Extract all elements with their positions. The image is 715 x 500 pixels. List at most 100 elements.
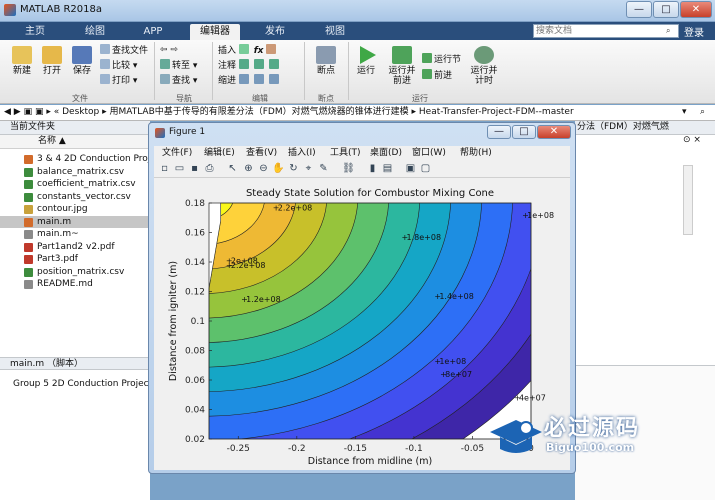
run-button[interactable]: 运行 <box>352 46 380 76</box>
search-icon[interactable]: ⌕ <box>666 26 670 36</box>
file-list-item[interactable]: main.m <box>0 215 150 228</box>
current-folder-path-bar[interactable]: ◀ ▶ ▣ ▣ ▸ « Desktop ▸ 用MATLAB中基于传导的有限差分法… <box>0 105 715 121</box>
file-list-item[interactable]: 3 & 4 2D Conduction Project <box>0 153 150 165</box>
figure-menu-item[interactable]: 工具(T) <box>330 146 361 160</box>
advance-icon <box>422 69 432 79</box>
file-name: main.m <box>37 216 72 227</box>
x-tick-label: -0.25 <box>227 444 250 454</box>
path-segment-desktop[interactable]: Desktop <box>62 107 99 117</box>
tab-publish[interactable]: 发布 <box>256 24 294 40</box>
new-button[interactable]: 新建 <box>8 46 36 76</box>
comment-button[interactable]: 注释 <box>218 59 281 72</box>
file-name: balance_matrix.csv <box>37 166 125 177</box>
play-icon <box>360 46 376 64</box>
advance-button[interactable]: 前进 <box>422 69 452 82</box>
print-button[interactable]: 打印 ▾ <box>100 74 137 87</box>
window-title: MATLAB R2018a <box>20 4 103 15</box>
goto-button[interactable]: 转至 ▾ <box>160 59 197 72</box>
path-segment-project[interactable]: 用MATLAB中基于传导的有限差分法（FDM）对燃气燃烧器的锥体进行建模 <box>109 107 408 117</box>
zoom-in-icon[interactable]: ⊕ <box>242 162 255 175</box>
figure-menu-item[interactable]: 编辑(E) <box>204 146 235 160</box>
link-plot-icon[interactable]: ⛓ <box>342 162 355 175</box>
file-list-item[interactable]: contour.jpg <box>0 203 150 215</box>
browse-folder-icon[interactable]: ▸ <box>46 107 51 117</box>
current-folder-header: 当前文件夹 <box>0 121 150 135</box>
pointer-icon[interactable]: ↖ <box>226 162 239 175</box>
figure-menu-item[interactable]: 插入(I) <box>288 146 316 160</box>
zoom-out-icon[interactable]: ⊖ <box>257 162 270 175</box>
save-figure-icon[interactable]: ▪ <box>188 162 201 175</box>
file-list-item[interactable]: main.m~ <box>0 228 150 240</box>
editor-scrollbar[interactable] <box>683 165 693 235</box>
rotate-icon[interactable]: ↻ <box>287 162 300 175</box>
new-figure-icon[interactable]: ▫ <box>158 162 171 175</box>
file-name: position_matrix.csv <box>37 266 125 277</box>
print-icon <box>100 74 110 84</box>
print-figure-icon[interactable]: ⎙ <box>203 162 216 175</box>
open-button[interactable]: 打开 <box>38 46 66 76</box>
csv-file-icon <box>24 180 33 189</box>
file-list-item[interactable]: constants_vector.csv <box>0 191 150 203</box>
sort-ascending-icon: ▲ <box>58 136 66 146</box>
data-cursor-icon[interactable]: ⌖ <box>302 162 315 175</box>
editor-actions-icon[interactable]: ⊙ × <box>683 135 701 145</box>
nav-back-button[interactable]: ⇦ ⇨ <box>160 44 178 57</box>
tab-home[interactable]: 主页 <box>16 24 54 40</box>
fx-button[interactable]: fx <box>254 46 264 56</box>
legend-icon[interactable]: ▤ <box>381 162 394 175</box>
figure-menu-item[interactable]: 文件(F) <box>162 146 192 160</box>
find-files-button[interactable]: 查找文件 <box>100 44 148 57</box>
name-column-header[interactable]: 名称 ▲ <box>0 135 150 149</box>
contour-label: 2.2e+08 <box>231 261 266 270</box>
path-segment-master[interactable]: Heat-Transfer-Project-FDM--master <box>419 107 574 117</box>
figure-menu-item[interactable]: 帮助(H) <box>460 146 492 160</box>
brush-icon[interactable]: ✎ <box>317 162 330 175</box>
pan-icon[interactable]: ✋ <box>272 162 285 175</box>
file-list-item[interactable]: Part3.pdf <box>0 253 150 265</box>
figure-menu-item[interactable]: 查看(V) <box>246 146 277 160</box>
csv-file-icon <box>24 167 33 177</box>
close-button[interactable]: ✕ <box>680 1 712 18</box>
file-name: contour.jpg <box>37 204 88 214</box>
file-list-item[interactable]: Part1and2 v2.pdf <box>0 241 150 253</box>
increase-indent-icon <box>253 74 264 84</box>
figure-maximize-button[interactable]: □ <box>512 125 536 139</box>
figure-minimize-button[interactable]: — <box>487 125 511 139</box>
maximize-button[interactable]: □ <box>653 1 679 18</box>
run-and-advance-button[interactable]: 运行并 前进 <box>386 46 418 86</box>
tab-editor[interactable]: 编辑器 <box>190 24 240 40</box>
colorbar-icon[interactable]: ▮ <box>366 162 379 175</box>
open-file-icon[interactable]: ▭ <box>173 162 186 175</box>
run-section-button[interactable]: 运行节 <box>422 53 461 66</box>
breakpoints-button[interactable]: 断点 <box>310 46 342 76</box>
show-tools-icon[interactable]: ▢ <box>419 162 432 175</box>
find-button[interactable]: 查找 ▾ <box>160 74 197 87</box>
nav-back-icon[interactable]: ◀ ▶ <box>0 107 21 117</box>
search-documentation-input[interactable] <box>533 24 679 38</box>
file-list-item[interactable]: coefficient_matrix.csv <box>0 178 150 190</box>
tab-apps[interactable]: APP <box>134 24 172 40</box>
search-folder-icon[interactable]: ⌕ <box>700 105 705 120</box>
contour-label: 4e+07 <box>519 394 546 403</box>
login-button[interactable]: 登录 <box>684 24 704 39</box>
run-and-time-button[interactable]: 运行并 计时 <box>468 46 500 86</box>
file-list-item[interactable]: balance_matrix.csv <box>0 166 150 178</box>
save-button[interactable]: 保存 <box>68 46 96 76</box>
figure-close-button[interactable]: ✕ <box>537 125 571 139</box>
save-icon <box>72 46 92 64</box>
file-list-item[interactable]: position_matrix.csv <box>0 266 150 278</box>
insert-button[interactable]: 插入 fx <box>218 44 278 57</box>
file-list-item[interactable]: README.md <box>0 278 150 290</box>
figure-menu-item[interactable]: 桌面(D) <box>370 146 402 160</box>
compare-button[interactable]: 比较 ▾ <box>100 59 137 72</box>
figure-menu-item[interactable]: 窗口(W) <box>412 146 446 160</box>
tab-view[interactable]: 视图 <box>316 24 354 40</box>
tab-plots[interactable]: 绘图 <box>76 24 114 40</box>
path-dropdown-icon[interactable]: ▾ <box>682 105 687 120</box>
folder-up-icon[interactable]: ▣ ▣ <box>24 107 44 117</box>
matlab-figure-icon <box>155 128 165 138</box>
hide-tools-icon[interactable]: ▣ <box>404 162 417 175</box>
indent-button[interactable]: 缩进 <box>218 74 281 87</box>
minimize-button[interactable]: — <box>626 1 652 18</box>
y-axis-label: Distance from igniter (m) <box>168 261 179 381</box>
